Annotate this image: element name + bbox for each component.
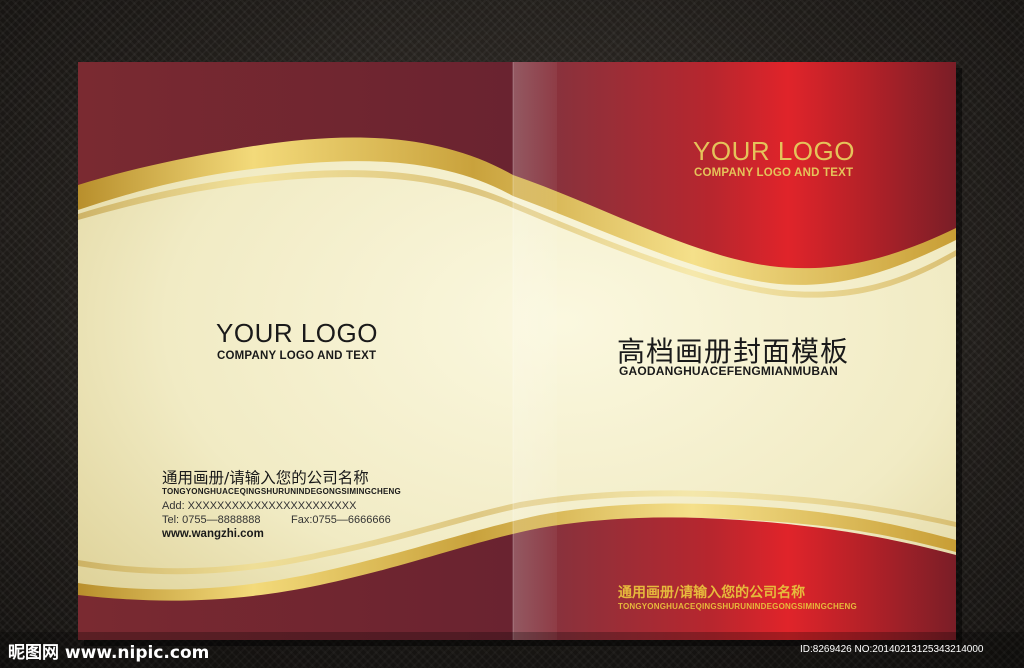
- back-company-pinyin: TONGYONGHUACEQINGSHURUNINDEGONGSIMINGCHE…: [162, 487, 401, 496]
- back-website: www.wangzhi.com: [162, 528, 264, 540]
- front-title-pinyin: GAODANGHUACEFENGMIANMUBAN: [619, 364, 838, 378]
- back-company-name: 通用画册/请输入您的公司名称: [162, 469, 369, 487]
- brochure-scene: YOUR LOGO COMPANY LOGO AND TEXT 通用画册/请输入…: [0, 0, 1024, 668]
- brochure-artwork: [0, 62, 1024, 668]
- back-logo-subtitle: COMPANY LOGO AND TEXT: [217, 350, 377, 362]
- back-logo: YOUR LOGO: [216, 318, 378, 348]
- watermark-site: 昵图网 www.nipic.com: [8, 643, 210, 663]
- front-logo: YOUR LOGO: [693, 136, 855, 166]
- front-company-pinyin: TONGYONGHUACEQINGSHURUNINDEGONGSIMINGCHE…: [618, 602, 857, 611]
- watermark-id: ID:8269426 NO:20140213125343214000: [800, 644, 984, 655]
- front-company-name: 通用画册/请输入您的公司名称: [618, 585, 806, 601]
- front-logo-subtitle: COMPANY LOGO AND TEXT: [694, 167, 854, 179]
- back-address: Add: XXXXXXXXXXXXXXXXXXXXXXX: [162, 500, 357, 512]
- back-phone-fax: Tel: 0755—8888888 Fax:0755—6666666: [162, 514, 391, 526]
